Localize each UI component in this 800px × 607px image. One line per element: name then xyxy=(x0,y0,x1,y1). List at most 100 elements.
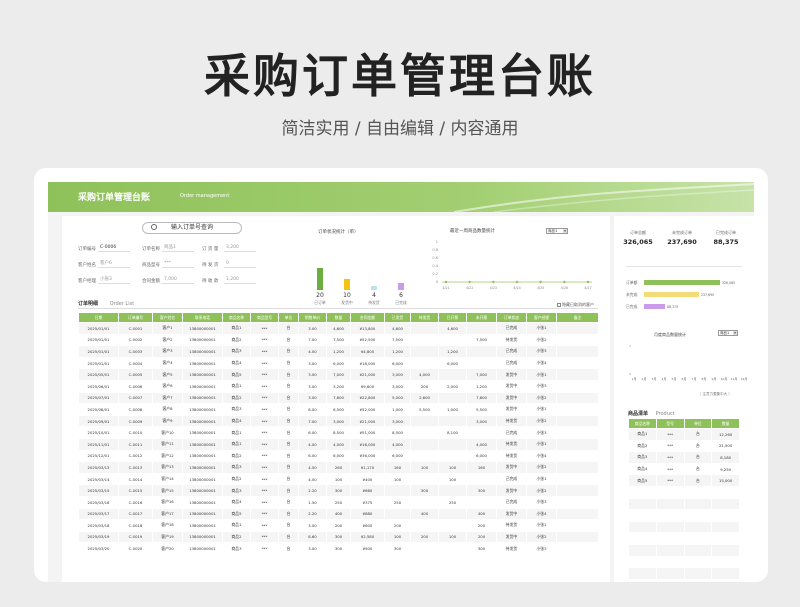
amount-bar-label: 订单额 xyxy=(626,280,638,285)
column-header[interactable]: 销售单价 xyxy=(298,312,327,323)
table-cell: *** xyxy=(655,462,685,476)
column-header[interactable]: 联系电话 xyxy=(182,312,223,323)
table-row[interactable]: 2025/03/15 C-0015 客户15 13800000001 商品3 *** 台 2.… xyxy=(78,484,599,497)
table-cell: 2025/10/01 xyxy=(78,426,119,439)
table-cell: 200 xyxy=(326,519,351,532)
table-cell: *** xyxy=(655,474,685,487)
table-cell: 300 xyxy=(326,530,351,544)
table-row[interactable]: 2025/11/01 C-0011 客户11 13800000001 商品1 *** 台 4.… xyxy=(78,437,599,451)
table-row[interactable]: 2025/07/01 C-0007 客户7 13800000001 商品2 *** 台 3.0… xyxy=(78,391,599,405)
table-cell: ¥600 xyxy=(350,519,385,532)
table-cell: 2025/03/17 xyxy=(78,507,119,521)
column-header[interactable]: 未开票 xyxy=(466,312,497,323)
table-cell: ¥2,580 xyxy=(350,530,385,544)
table-row[interactable]: 2025/03/13 C-0013 客户13 13800000001 商品3 *** 台 4.… xyxy=(78,461,599,474)
column-header[interactable]: 数量 xyxy=(711,418,740,429)
table-cell: C-0015 xyxy=(118,484,153,497)
tab-product-cn[interactable]: 商品清单 xyxy=(628,411,648,417)
table-row[interactable]: 2025/10/01 C-0010 客户10 13800000001 商品1 *** 台 6.… xyxy=(78,426,599,439)
column-header[interactable]: 单位 xyxy=(683,418,713,429)
table-row[interactable]: 2025/12/01 C-0012 客户12 13800000001 商品2 *** 台 6.… xyxy=(78,449,599,463)
table-cell: 商品5 xyxy=(222,507,251,521)
column-header[interactable]: 合同金额 xyxy=(350,312,385,323)
y-tick-label: 0.8 xyxy=(432,248,438,252)
tab-order-list-cn[interactable]: 订单明细 xyxy=(78,301,98,307)
table-cell: 待发货 xyxy=(496,437,527,451)
table-row[interactable]: 2025/03/17 C-0017 客户17 13800000001 商品5 *** 台 2.… xyxy=(78,507,599,521)
table-cell: 小张4 xyxy=(526,356,557,370)
table-row[interactable]: 2025/01/01 C-0001 客户1 13800000001 商品1 *** 台 3.0… xyxy=(78,322,599,335)
table-row[interactable]: 2025/03/20 C-0020 客户20 13800000001 商品3 *** 台 3.… xyxy=(78,542,599,555)
form-value-quantity[interactable]: 3,200 xyxy=(224,243,256,252)
form-value-model[interactable]: *** xyxy=(162,259,194,268)
column-header[interactable]: 商品名称 xyxy=(222,312,251,323)
table-row[interactable]: 2025/03/14 C-0014 客户14 13800000001 商品2 *** 台 4.… xyxy=(78,472,599,486)
kpi-label: 订单总额 xyxy=(630,230,646,235)
form-value-pending-payment[interactable]: 1,200 xyxy=(224,275,256,284)
column-header[interactable]: 订单状态 xyxy=(496,312,527,323)
table-cell: 7,500 xyxy=(384,333,411,347)
column-header[interactable]: 型号 xyxy=(655,418,685,429)
form-value-contract[interactable]: 7,000 xyxy=(162,275,194,284)
table-cell: 15,000 xyxy=(711,474,740,487)
table-cell: 客户7 xyxy=(152,391,183,405)
empty-row xyxy=(628,567,740,580)
hide-cancelled-checkbox[interactable] xyxy=(557,303,561,307)
column-header[interactable]: 待发货 xyxy=(410,312,439,323)
product-list-tabs: 商品清单 Product xyxy=(628,410,675,417)
column-header[interactable]: 订单编号 xyxy=(118,312,153,323)
table-row[interactable]: 2025/09/01 C-0009 客户9 13800000001 商品4 *** 台 7.0… xyxy=(78,414,599,428)
table-cell: 2025/06/01 xyxy=(78,379,119,393)
table-row[interactable]: 商品2 *** 台 21,500 xyxy=(628,439,740,453)
form-value-manager[interactable]: 小张3 xyxy=(98,275,130,284)
search-icon xyxy=(151,224,157,230)
table-cell: 250 xyxy=(326,495,351,509)
form-label: 订单编号 xyxy=(78,247,96,252)
form-value-pending-ship[interactable]: 0 xyxy=(224,259,256,268)
table-row[interactable]: 2025/06/01 C-0006 客户6 13800000001 商品1 *** 台 3.0… xyxy=(78,379,599,393)
column-header[interactable]: 数量 xyxy=(326,312,351,323)
table-cell: 13800000001 xyxy=(182,437,223,451)
table-row[interactable]: 商品4 *** 台 9,250 xyxy=(628,462,740,476)
table-cell: 5,000 xyxy=(384,391,411,405)
table-cell xyxy=(683,567,713,580)
table-cell: 2025/01/01 xyxy=(78,356,119,370)
table-row[interactable]: 商品5 *** 台 15,000 xyxy=(628,474,740,487)
table-row[interactable]: 商品3 *** 台 8,180 xyxy=(628,451,740,464)
weekly-line-chart: 1 0.8 0.6 0.4 0.2 0 4/21 4/22 4/23 4/24 4/25 4/26 4/… xyxy=(432,240,592,290)
form-value-order-name[interactable]: 商品1 xyxy=(162,243,194,252)
table-cell: 2025/03/18 xyxy=(78,519,119,532)
table-row[interactable]: 2025/01/01 C-0002 客户2 13800000001 商品2 *** 台 7.0… xyxy=(78,333,599,347)
monthly-product-select[interactable]: 商品1 xyxy=(718,330,738,336)
table-cell: 8.00 xyxy=(298,403,327,416)
table-row[interactable]: 商品1 *** 台 12,260 xyxy=(628,428,740,441)
weekly-product-select[interactable]: 商品1 xyxy=(546,228,568,234)
table-row[interactable]: 2025/01/01 C-0004 客户4 13800000001 商品4 *** 台 3.0… xyxy=(78,356,599,370)
table-cell xyxy=(438,449,467,463)
column-header[interactable]: 已开票 xyxy=(438,312,467,323)
column-header[interactable]: 商品型号 xyxy=(250,312,279,323)
table-row[interactable]: 2025/01/01 C-0003 客户3 13800000001 商品3 *** 台 4.0… xyxy=(78,345,599,358)
column-header[interactable]: 客户经理 xyxy=(526,312,557,323)
column-header[interactable]: 备注 xyxy=(556,312,599,323)
table-row[interactable]: 2025/03/16 C-0016 客户16 13800000001 商品4 *** 台 1.… xyxy=(78,495,599,509)
column-header[interactable]: 日期 xyxy=(78,312,119,323)
table-row[interactable]: 2025/03/19 C-0019 客户19 13800000001 商品2 *** 台 8.… xyxy=(78,530,599,544)
table-cell xyxy=(466,356,497,370)
table-row[interactable]: 2025/08/01 C-0008 客户8 13800000001 商品3 *** 台 8.0… xyxy=(78,403,599,416)
table-cell: 7.00 xyxy=(298,333,327,347)
table-cell: *** xyxy=(250,519,279,532)
form-value-customer[interactable]: 客户6 xyxy=(98,259,130,268)
search-button[interactable]: 输入订单号查询 xyxy=(142,222,242,234)
table-cell xyxy=(410,345,439,358)
column-header[interactable]: 已发货 xyxy=(384,312,411,323)
table-cell xyxy=(628,555,657,569)
column-header[interactable]: 单位 xyxy=(278,312,299,323)
form-value-order-id[interactable]: C-0006 xyxy=(98,243,130,252)
column-header[interactable]: 商品名称 xyxy=(628,418,657,429)
table-cell: 5,500 xyxy=(410,403,439,416)
column-header[interactable]: 客户姓名 xyxy=(152,312,183,323)
table-row[interactable]: 2025/03/18 C-0018 客户18 13800000001 商品1 *** 台 3.… xyxy=(78,519,599,532)
table-cell: *** xyxy=(250,333,279,347)
table-row[interactable]: 2025/05/01 C-0005 客户5 13800000001 商品5 *** 台 3.0… xyxy=(78,368,599,381)
